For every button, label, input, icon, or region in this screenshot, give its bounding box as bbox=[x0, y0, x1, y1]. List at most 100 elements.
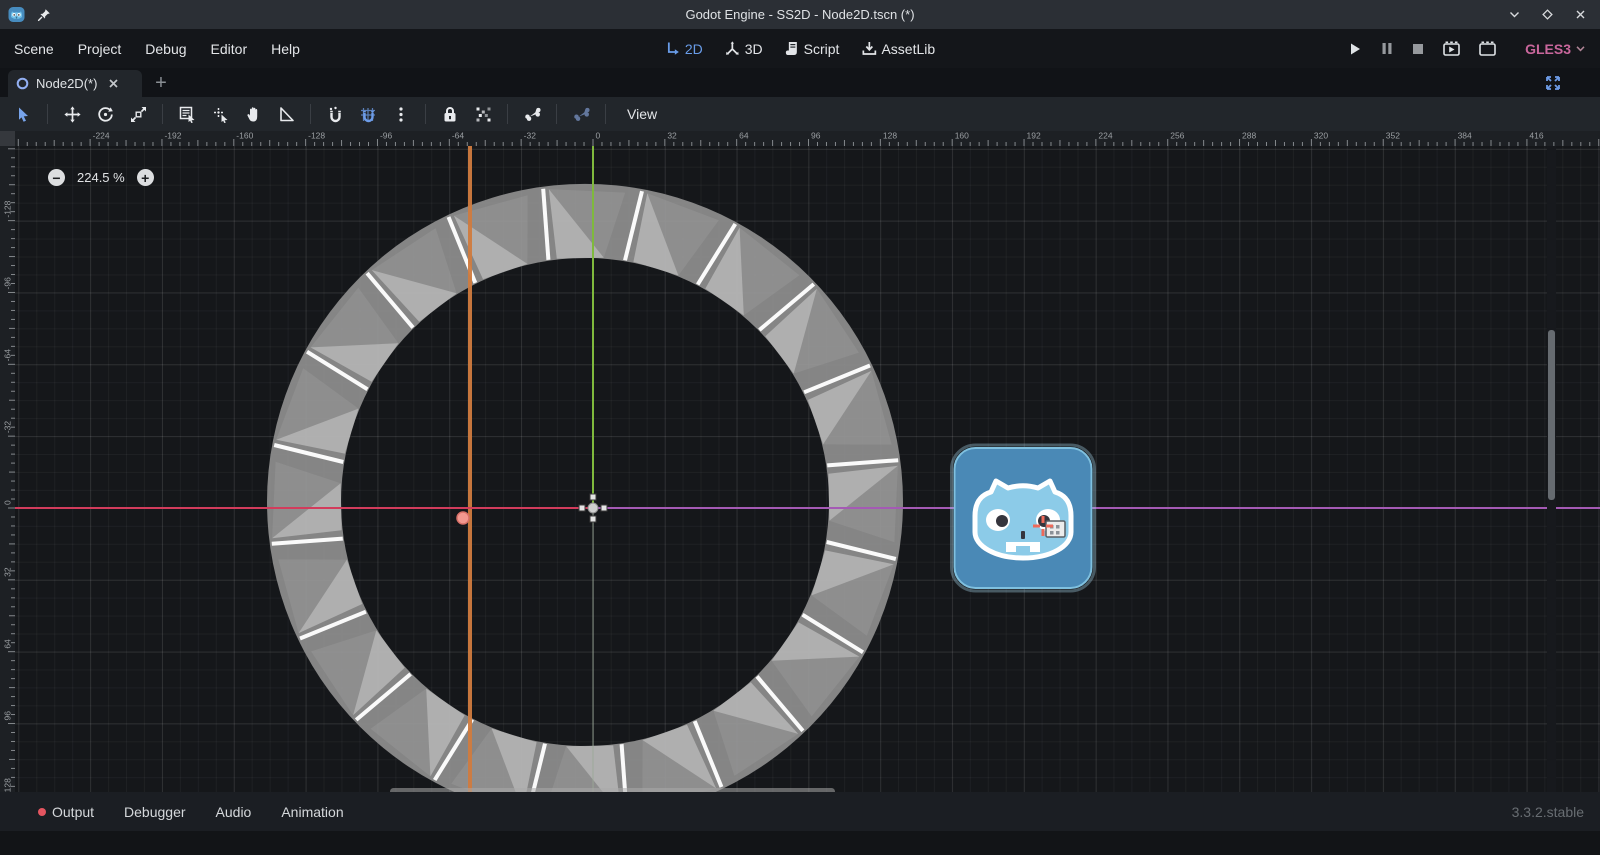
h-ruler-label: -128 bbox=[308, 131, 325, 141]
v-ruler-label: 64 bbox=[3, 639, 13, 649]
origin-gizmo-handle bbox=[601, 505, 607, 511]
move-pivot-tool-button[interactable] bbox=[207, 101, 233, 127]
play-scene-button[interactable] bbox=[1443, 41, 1460, 56]
tab-node2d-label: Node2D(*) bbox=[36, 76, 97, 91]
h-ruler-label: 32 bbox=[667, 131, 677, 141]
tab-node2d[interactable]: Node2D(*) bbox=[8, 70, 142, 97]
h-ruler-label: 352 bbox=[1386, 131, 1400, 141]
ruler-corner bbox=[0, 131, 15, 146]
menu-project[interactable]: Project bbox=[78, 41, 122, 57]
zoom-out-button[interactable]: − bbox=[48, 169, 65, 186]
h-ruler-label: -96 bbox=[380, 131, 393, 141]
snap-options-button[interactable] bbox=[388, 101, 414, 127]
godot-pupil bbox=[996, 515, 1008, 527]
panel-output-label: Output bbox=[52, 804, 94, 820]
v-ruler-label: -128 bbox=[3, 200, 13, 217]
vertical-ruler[interactable]: -128-96-64-320326496128 bbox=[0, 146, 15, 792]
menu-debug[interactable]: Debug bbox=[145, 41, 186, 57]
window-footer bbox=[0, 831, 1600, 855]
v-ruler-label: 0 bbox=[3, 500, 13, 505]
panel-audio-label: Audio bbox=[216, 804, 252, 820]
workspace-script[interactable]: Script bbox=[785, 41, 840, 57]
workspace-assetlib[interactable]: AssetLib bbox=[861, 41, 935, 57]
h-ruler-label: 64 bbox=[739, 131, 749, 141]
window-title: Godot Engine - SS2D - Node2D.tscn (*) bbox=[0, 7, 1600, 22]
stop-button[interactable] bbox=[1412, 43, 1424, 55]
engine-version: 3.3.2.stable bbox=[1512, 804, 1584, 820]
renderer-select[interactable]: GLES3 bbox=[1525, 41, 1586, 57]
godot-sprite bbox=[952, 445, 1095, 591]
play-button[interactable] bbox=[1348, 42, 1362, 56]
view-menu[interactable]: View bbox=[617, 106, 667, 122]
zoom-in-button[interactable]: + bbox=[137, 169, 154, 186]
panel-audio[interactable]: Audio bbox=[216, 804, 252, 820]
menu-editor[interactable]: Editor bbox=[211, 41, 248, 57]
drag-preview-dot bbox=[1056, 531, 1060, 535]
select-tool-button[interactable] bbox=[10, 101, 36, 127]
workspace-2d[interactable]: 2D bbox=[665, 41, 703, 57]
scale-tool-button[interactable] bbox=[125, 101, 151, 127]
h-ruler-label: 128 bbox=[883, 131, 897, 141]
panel-output[interactable]: Output bbox=[38, 804, 94, 820]
scene-canvas[interactable] bbox=[15, 146, 1600, 792]
v-ruler-label: -32 bbox=[3, 421, 13, 434]
skeleton-options-button[interactable] bbox=[568, 101, 594, 127]
v-ruler-label: -96 bbox=[3, 277, 13, 290]
menu-help[interactable]: Help bbox=[271, 41, 300, 57]
bottom-panel-bar: Output Debugger Audio Animation 3.3.2.st… bbox=[0, 792, 1600, 831]
lock-button[interactable] bbox=[437, 101, 463, 127]
grid-snap-button[interactable] bbox=[355, 101, 381, 127]
h-ruler-label: -32 bbox=[524, 131, 537, 141]
tab-close-icon[interactable] bbox=[108, 78, 119, 89]
h-ruler-label: 256 bbox=[1170, 131, 1184, 141]
rotate-tool-button[interactable] bbox=[92, 101, 118, 127]
smart-snap-button[interactable] bbox=[322, 101, 348, 127]
pan-tool-button[interactable] bbox=[240, 101, 266, 127]
v-ruler-label: 32 bbox=[3, 567, 13, 577]
play-custom-scene-button[interactable] bbox=[1479, 41, 1496, 56]
h-ruler-label: 416 bbox=[1529, 131, 1543, 141]
h-ruler-label: 96 bbox=[811, 131, 821, 141]
h-ruler-label: -160 bbox=[236, 131, 253, 141]
minimize-icon[interactable] bbox=[1506, 7, 1522, 23]
renderer-label: GLES3 bbox=[1525, 41, 1571, 57]
panel-animation[interactable]: Animation bbox=[281, 804, 343, 820]
h-ruler-label: 192 bbox=[1027, 131, 1041, 141]
panel-debugger-label: Debugger bbox=[124, 804, 186, 820]
panel-debugger[interactable]: Debugger bbox=[124, 804, 186, 820]
close-window-icon[interactable] bbox=[1572, 7, 1588, 23]
maximize-icon[interactable] bbox=[1539, 7, 1555, 23]
scene-tabbar: Node2D(*) + bbox=[0, 68, 1600, 97]
canvas-area: -224-192-160-128-96-64-32032649612816019… bbox=[0, 131, 1600, 792]
list-select-tool-button[interactable] bbox=[174, 101, 200, 127]
workspace-3d-label: 3D bbox=[745, 41, 763, 57]
canvas-toolbar: View bbox=[0, 97, 1600, 131]
2d-viewport[interactable]: − 224.5 % + bbox=[15, 146, 1600, 792]
origin-gizmo bbox=[588, 503, 598, 513]
bone-tool-button[interactable] bbox=[519, 101, 545, 127]
new-tab-button[interactable]: + bbox=[150, 72, 172, 94]
output-error-dot bbox=[38, 808, 46, 816]
pause-button[interactable] bbox=[1381, 42, 1393, 55]
h-ruler-label: 288 bbox=[1242, 131, 1256, 141]
workspace-3d[interactable]: 3D bbox=[725, 41, 763, 57]
godot-app-icon bbox=[8, 6, 25, 23]
distraction-free-icon[interactable] bbox=[1544, 74, 1562, 92]
pin-icon[interactable] bbox=[37, 8, 51, 22]
chevron-down-icon bbox=[1575, 43, 1586, 54]
move-tool-button[interactable] bbox=[59, 101, 85, 127]
zoom-widget: − 224.5 % + bbox=[48, 169, 154, 186]
titlebar: Godot Engine - SS2D - Node2D.tscn (*) bbox=[0, 0, 1600, 29]
menu-scene[interactable]: Scene bbox=[14, 41, 54, 57]
godot-editor-window: Godot Engine - SS2D - Node2D.tscn (*) Sc… bbox=[0, 0, 1600, 855]
horizontal-ruler[interactable]: -224-192-160-128-96-64-32032649612816019… bbox=[15, 131, 1600, 146]
group-button[interactable] bbox=[470, 101, 496, 127]
origin-gizmo-handle bbox=[590, 516, 596, 522]
v-ruler-label: 128 bbox=[3, 778, 13, 792]
vertical-scrollbar[interactable] bbox=[1548, 330, 1555, 500]
v-ruler-label: 96 bbox=[3, 711, 13, 721]
workspace-assetlib-label: AssetLib bbox=[881, 41, 935, 57]
ruler-tool-button[interactable] bbox=[273, 101, 299, 127]
h-ruler-label: -192 bbox=[164, 131, 181, 141]
zoom-level-label[interactable]: 224.5 % bbox=[77, 170, 125, 185]
